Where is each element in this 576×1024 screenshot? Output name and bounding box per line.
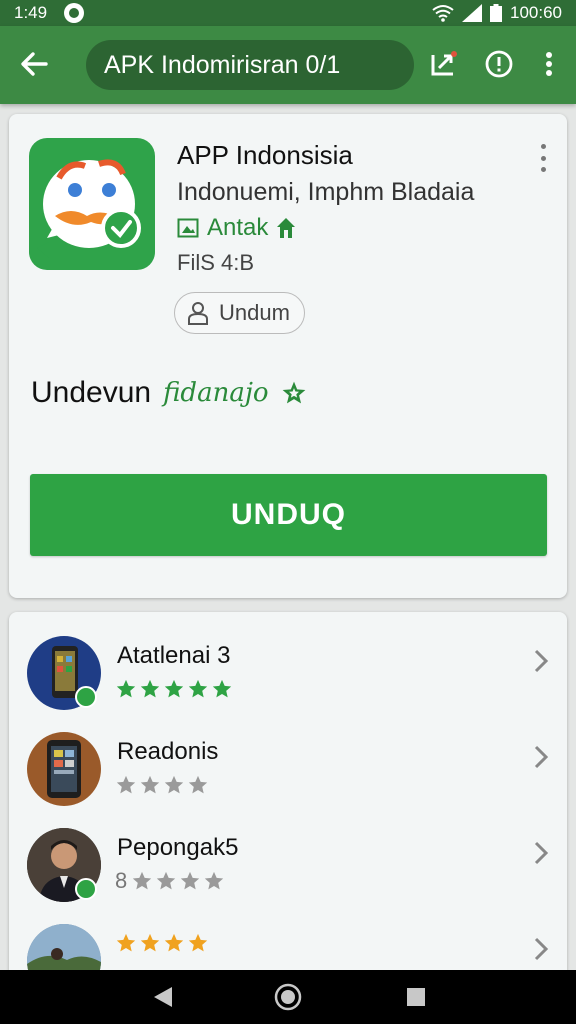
chevron-right-icon bbox=[534, 649, 549, 673]
person-icon bbox=[188, 302, 208, 325]
star-icon bbox=[212, 679, 232, 698]
home-badge-icon bbox=[277, 218, 296, 238]
app-size: FilS 4:B bbox=[177, 250, 255, 275]
star-badge-icon bbox=[282, 381, 305, 404]
battery-level: 100:60 bbox=[510, 3, 562, 22]
undum-chip[interactable]: Undum bbox=[174, 292, 305, 334]
signal-icon bbox=[462, 4, 482, 22]
nav-recent-button[interactable] bbox=[401, 982, 431, 1012]
app-bar: APK Indomirisran 0/1 bbox=[0, 26, 576, 104]
verified-badge-icon bbox=[75, 686, 97, 708]
rating-label: Undevun bbox=[31, 376, 152, 409]
circle-home-icon bbox=[274, 983, 302, 1011]
app-category[interactable]: Antak bbox=[177, 214, 296, 242]
battery-icon bbox=[490, 4, 502, 22]
rating-sub-label: fidanajo bbox=[163, 378, 269, 408]
verified-badge-icon bbox=[75, 878, 97, 900]
star-icon bbox=[133, 871, 152, 890]
list-item[interactable]: Atatlenai 3 bbox=[9, 636, 567, 732]
chevron-right-icon bbox=[534, 745, 549, 769]
status-bar: 1:49 100:60 bbox=[0, 0, 576, 26]
star-rating bbox=[115, 774, 209, 796]
wifi-icon bbox=[432, 5, 454, 22]
star-icon bbox=[188, 775, 208, 794]
triangle-back-icon bbox=[154, 987, 172, 1007]
star-icon bbox=[181, 871, 200, 890]
list-item[interactable]: Pepongak5 8 bbox=[9, 828, 567, 924]
avatar bbox=[27, 732, 101, 806]
arrow-left-icon bbox=[21, 52, 48, 76]
star-icon bbox=[116, 775, 136, 794]
star-icon bbox=[164, 775, 184, 794]
system-nav-bar bbox=[0, 970, 576, 1024]
app-icon bbox=[29, 138, 155, 270]
star-icon bbox=[188, 933, 208, 952]
star-rating bbox=[115, 932, 209, 954]
avatar bbox=[27, 924, 101, 970]
star-icon bbox=[140, 775, 160, 794]
notification-icon bbox=[64, 3, 84, 23]
more-vert-icon bbox=[546, 52, 552, 76]
star-icon bbox=[164, 933, 184, 952]
back-button[interactable] bbox=[16, 46, 52, 82]
star-icon bbox=[157, 871, 176, 890]
app-title: APP Indonsisia bbox=[177, 140, 353, 170]
phone-thumbnail-icon bbox=[47, 740, 81, 798]
square-recent-icon bbox=[407, 988, 425, 1006]
image-icon bbox=[177, 218, 199, 238]
app-category-label: Antak bbox=[207, 214, 269, 241]
list-item-name: Pepongak5 bbox=[117, 834, 239, 861]
list-item[interactable]: Readonis bbox=[9, 732, 567, 828]
app-developer[interactable]: Indonuemi, Imphm Bladaia bbox=[177, 178, 474, 207]
card-overflow-button[interactable] bbox=[537, 144, 549, 172]
star-rating: 8 bbox=[115, 870, 225, 892]
chip-label: Undum bbox=[219, 300, 290, 325]
list-item[interactable] bbox=[9, 924, 567, 970]
app-detail-card: APP Indonsisia Indonuemi, Imphm Bladaia … bbox=[9, 114, 567, 598]
status-time: 1:49 bbox=[14, 3, 48, 22]
star-icon bbox=[188, 679, 208, 698]
star-icon bbox=[205, 871, 224, 890]
search-query-field[interactable]: APK Indomirisran 0/1 bbox=[86, 40, 414, 90]
chevron-right-icon bbox=[534, 841, 549, 865]
info-icon bbox=[485, 50, 513, 78]
star-icon bbox=[140, 933, 160, 952]
list-item-name: Readonis bbox=[117, 738, 219, 765]
install-button[interactable]: UNDUQ bbox=[30, 474, 547, 556]
share-button[interactable] bbox=[426, 46, 462, 82]
list-item-name: Atatlenai 3 bbox=[117, 642, 231, 669]
nav-back-button[interactable] bbox=[148, 982, 178, 1012]
star-rating bbox=[115, 678, 233, 700]
star-icon bbox=[116, 933, 136, 952]
rating-line: Undevun fidanajo bbox=[31, 376, 307, 410]
share-icon bbox=[431, 51, 457, 76]
star-icon bbox=[164, 679, 184, 698]
chevron-right-icon bbox=[534, 937, 549, 961]
star-icon bbox=[140, 679, 160, 698]
related-apps-card: Atatlenai 3 Readonis Pepongak5 8 bbox=[9, 612, 567, 1012]
rating-prefix: 8 bbox=[115, 868, 128, 893]
info-button[interactable] bbox=[481, 46, 517, 82]
nav-home-button[interactable] bbox=[273, 982, 303, 1012]
app-logo-icon bbox=[37, 159, 141, 258]
overflow-menu-button[interactable] bbox=[531, 46, 567, 82]
star-icon bbox=[116, 679, 136, 698]
landscape-photo-icon bbox=[27, 924, 101, 970]
